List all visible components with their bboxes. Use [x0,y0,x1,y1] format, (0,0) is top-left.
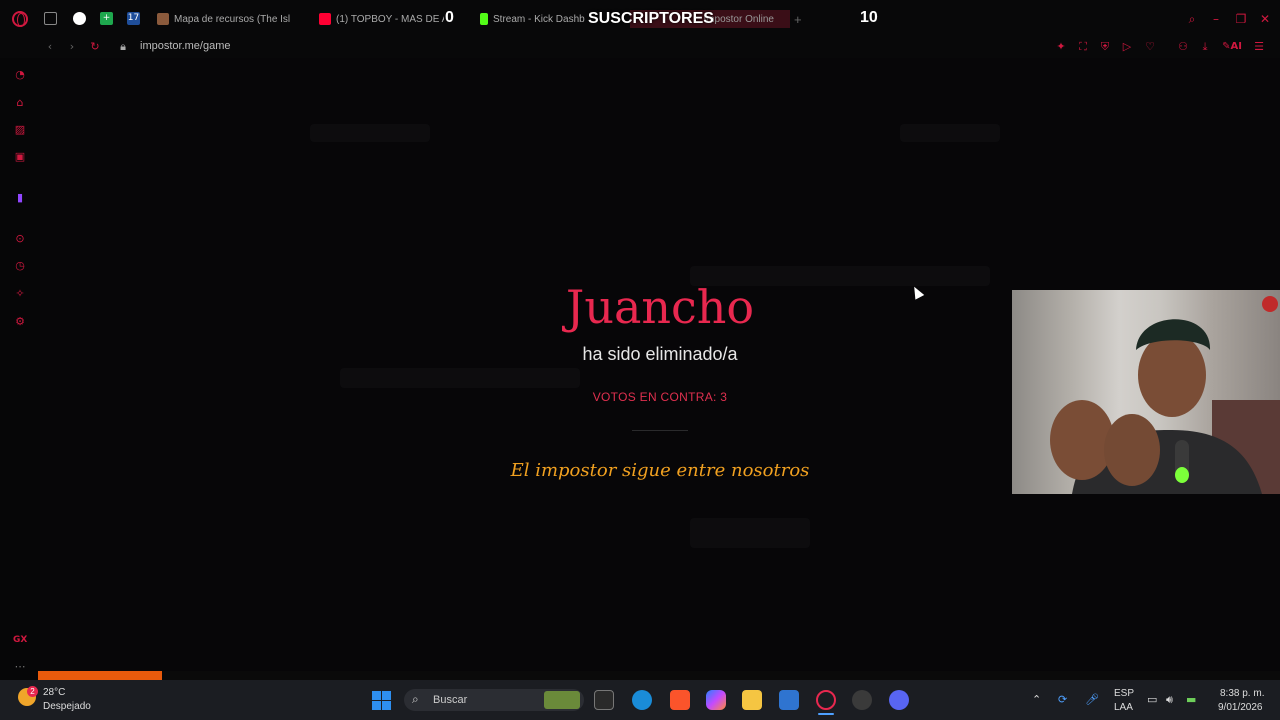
sync-icon[interactable]: ⟳ [1058,693,1067,706]
volume-icon[interactable]: 🔊︎ [1166,693,1173,707]
snapshot-icon[interactable]: ⛶ [1076,40,1090,54]
webcam-person [1050,296,1280,494]
tab-bar: + 17 Mapa de recursos (The Isl (1) TOPBO… [0,0,1280,36]
lock-icon: 🔒︎ [120,40,126,53]
tab-manager-icon[interactable] [44,12,57,25]
divider [632,430,688,431]
download-icon[interactable]: ⤓ [1198,40,1212,54]
sheets-tab-icon[interactable]: + [100,12,113,25]
tab-kick-stream[interactable]: Stream - Kick Dashb [480,10,588,28]
opera-gx-taskbar-icon[interactable] [816,690,836,710]
back-icon[interactable]: ‹ [43,40,57,54]
clock-time[interactable]: 8:38 p. m. [1220,688,1264,699]
new-tab-button[interactable]: + [794,10,806,28]
ai-button[interactable]: ✎AI [1220,40,1244,54]
file-explorer-icon[interactable] [742,690,762,710]
microphone-icon[interactable]: 🎤︎ [1085,693,1099,706]
brave-icon[interactable] [670,690,690,710]
heart-icon[interactable]: ♡ [1143,40,1157,54]
restore-icon[interactable]: ❐ [1234,12,1248,26]
obs-icon[interactable] [852,690,872,710]
tab-label: (1) TOPBOY - MÁS DE A [336,13,444,25]
search-highlight-image [544,691,580,709]
settings-icon[interactable]: ⚙ [13,315,27,329]
active-app-indicator [818,713,834,715]
tab-label: Stream - Kick Dashb [493,13,585,25]
more-icon[interactable]: ⋯ [13,660,27,674]
weather-badge: 2 [27,686,38,697]
kick-icon [480,13,488,25]
extensions-icon[interactable]: ✧ [13,287,27,301]
subscribers-current: 0 [445,9,454,26]
subscribers-label: SUSCRIPTORES [588,10,714,27]
history-icon[interactable]: ◷ [13,259,27,273]
weather-desc[interactable]: Despejado [43,701,91,712]
play-icon[interactable]: ▷ [1120,40,1134,54]
network-icon[interactable]: ▭ [1147,693,1157,706]
ghost-row-2 [690,518,810,548]
workspace-icon[interactable]: ⌂ [13,96,27,110]
player-icon[interactable]: ⊙ [13,232,27,246]
battery-icon[interactable]: ▬ [1186,693,1196,706]
twitch-icon[interactable]: ▮ [13,191,27,205]
search-icon: ⌕ [412,692,419,706]
subscribers-goal: 10 [860,9,878,26]
search-tabs-icon[interactable]: ⌕ [1185,12,1199,26]
tab-mapa-recursos[interactable]: Mapa de recursos (The Isl [157,10,297,28]
gx-icon[interactable]: GX [13,633,27,647]
reload-icon[interactable]: ↻ [88,40,102,54]
copilot-icon[interactable] [706,690,726,710]
messenger-icon[interactable]: ▣ [13,150,27,164]
menu-icon[interactable]: ☰ [1252,40,1266,54]
flow-icon[interactable]: ▨ [13,123,27,137]
url-field[interactable]: impostor.me/game [140,40,230,52]
weather-temp[interactable]: 28°C [43,687,65,698]
progress-track [38,671,1280,680]
edge-icon[interactable] [632,690,652,710]
tab-favicon-icon [157,13,169,25]
language-top[interactable]: ESP [1114,688,1134,699]
taskbar-search[interactable]: ⌕ Buscar [404,689,584,711]
progress-fill [38,671,162,680]
tab-label: Mapa de recursos (The Isl [174,13,291,25]
close-icon[interactable]: ✕ [1258,12,1272,26]
language-bottom[interactable]: LAA [1114,702,1133,713]
tray-chevron-icon[interactable]: ⌃ [1032,693,1041,706]
webcam-feed [1012,290,1280,494]
pinned-tab-icon[interactable] [73,12,86,25]
vpn-app-icon[interactable] [779,690,799,710]
speed-dial-icon[interactable]: ◔ [13,68,27,82]
forward-icon[interactable]: › [65,40,79,54]
windows-start-icon[interactable] [372,691,391,710]
task-view-icon[interactable] [594,690,614,710]
opera-logo-icon[interactable] [12,11,28,27]
discord-icon[interactable] [889,690,909,710]
ghost-header [310,124,430,142]
pin-icon[interactable]: ✦ [1054,40,1068,54]
ghost-row [340,368,580,388]
minimize-icon[interactable]: – [1209,12,1223,26]
clock-date[interactable]: 9/01/2026 [1218,702,1263,713]
tab-topboy[interactable]: (1) TOPBOY - MÁS DE A [319,10,444,28]
new-tab-plus: + [794,11,802,27]
shield-icon[interactable]: ⛨ [1098,40,1112,54]
ghost-header-right [900,124,1000,142]
profile-icon[interactable]: ⚇ [1176,40,1190,54]
calendar-tab-icon[interactable]: 17 [127,12,140,25]
youtube-icon [319,13,331,25]
search-placeholder: Buscar [433,694,468,706]
